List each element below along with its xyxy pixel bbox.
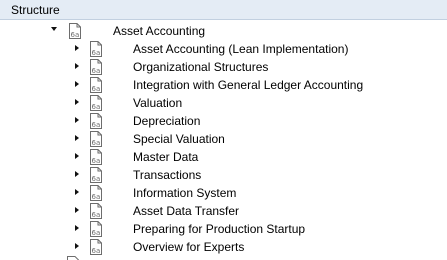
document-icon	[66, 256, 80, 260]
triangle-right-icon[interactable]	[75, 243, 79, 249]
document-icon: 6a	[89, 239, 103, 255]
tree-node-item[interactable]: 6a Information System	[0, 184, 447, 202]
triangle-down-icon[interactable]	[51, 27, 57, 31]
tree-node-item-label: Depreciation	[133, 114, 201, 128]
tree-node-item-label: Asset Data Transfer	[133, 204, 240, 218]
structure-header: Structure	[0, 0, 447, 20]
svg-text:6a: 6a	[92, 229, 101, 237]
tree-node-item[interactable]: 6a Depreciation	[0, 112, 447, 130]
tree-node-item-label: Organizational Structures	[133, 60, 269, 74]
structure-header-title: Structure	[11, 3, 60, 17]
tree-node-item-label: Integration with General Ledger Accounti…	[133, 78, 364, 92]
svg-text:6a: 6a	[92, 103, 101, 111]
svg-text:6a: 6a	[71, 31, 80, 39]
document-icon: 6a	[89, 131, 103, 147]
tree-node-item-label: Transactions	[133, 168, 202, 182]
tree-node-item-label: Information System	[133, 186, 237, 200]
document-icon: 6a	[68, 23, 82, 39]
triangle-right-icon[interactable]	[75, 153, 79, 159]
svg-text:6a: 6a	[92, 175, 101, 183]
document-icon: 6a	[89, 41, 103, 57]
tree-node-item-label: Overview for Experts	[133, 240, 245, 254]
triangle-right-icon[interactable]	[75, 171, 79, 177]
triangle-right-icon[interactable]	[75, 135, 79, 141]
document-icon: 6a	[89, 95, 103, 111]
svg-text:6a: 6a	[92, 211, 101, 219]
triangle-right-icon[interactable]	[75, 207, 79, 213]
svg-text:6a: 6a	[92, 85, 101, 93]
tree-node-item-label: Master Data	[133, 150, 199, 164]
triangle-right-icon[interactable]	[75, 45, 79, 51]
tree-node-item[interactable]: 6a Special Valuation	[0, 130, 447, 148]
tree-node-item-label: Special Valuation	[133, 132, 225, 146]
document-icon: 6a	[89, 203, 103, 219]
svg-text:6a: 6a	[92, 67, 101, 75]
structure-tree[interactable]: 6a Asset Accounting 6a Asset Accounting (…	[0, 20, 447, 260]
document-icon: 6a	[89, 185, 103, 201]
triangle-right-icon[interactable]	[75, 117, 79, 123]
document-icon: 6a	[89, 149, 103, 165]
triangle-right-icon[interactable]	[75, 63, 79, 69]
document-icon: 6a	[89, 59, 103, 75]
document-icon: 6a	[89, 221, 103, 237]
tree-node-item[interactable]: 6a Asset Accounting (Lean Implementation)	[0, 40, 447, 58]
document-icon: 6a	[89, 167, 103, 183]
tree-node-item[interactable]: 6a Organizational Structures	[0, 58, 447, 76]
svg-text:6a: 6a	[92, 247, 101, 255]
svg-text:6a: 6a	[92, 157, 101, 165]
tree-node-root[interactable]: 6a Asset Accounting	[0, 22, 447, 40]
svg-text:6a: 6a	[92, 121, 101, 129]
tree-node-item[interactable]: 6a Valuation	[0, 94, 447, 112]
tree-node-item-label: Preparing for Production Startup	[133, 222, 306, 236]
triangle-right-icon[interactable]	[75, 99, 79, 105]
document-icon: 6a	[89, 77, 103, 93]
triangle-right-icon[interactable]	[75, 225, 79, 231]
svg-text:6a: 6a	[92, 193, 101, 201]
triangle-right-icon[interactable]	[75, 81, 79, 87]
tree-node-item-label: Asset Accounting (Lean Implementation)	[133, 42, 349, 56]
tree-node-item[interactable]: 6a Integration with General Ledger Accoun…	[0, 76, 447, 94]
tree-node-item[interactable]: 6a Transactions	[0, 166, 447, 184]
triangle-right-icon[interactable]	[75, 189, 79, 195]
tree-node-item[interactable]: 6a Asset Data Transfer	[0, 202, 447, 220]
svg-text:6a: 6a	[92, 139, 101, 147]
document-icon: 6a	[89, 113, 103, 129]
tree-node-item[interactable]: 6a Preparing for Production Startup	[0, 220, 447, 238]
tree-node-item[interactable]: 6a Master Data	[0, 148, 447, 166]
tree-node-item[interactable]: 6a Overview for Experts	[0, 238, 447, 256]
tree-node-root-label: Asset Accounting	[113, 24, 206, 38]
tree-node-item-label: Valuation	[133, 96, 183, 110]
svg-text:6a: 6a	[92, 49, 101, 57]
